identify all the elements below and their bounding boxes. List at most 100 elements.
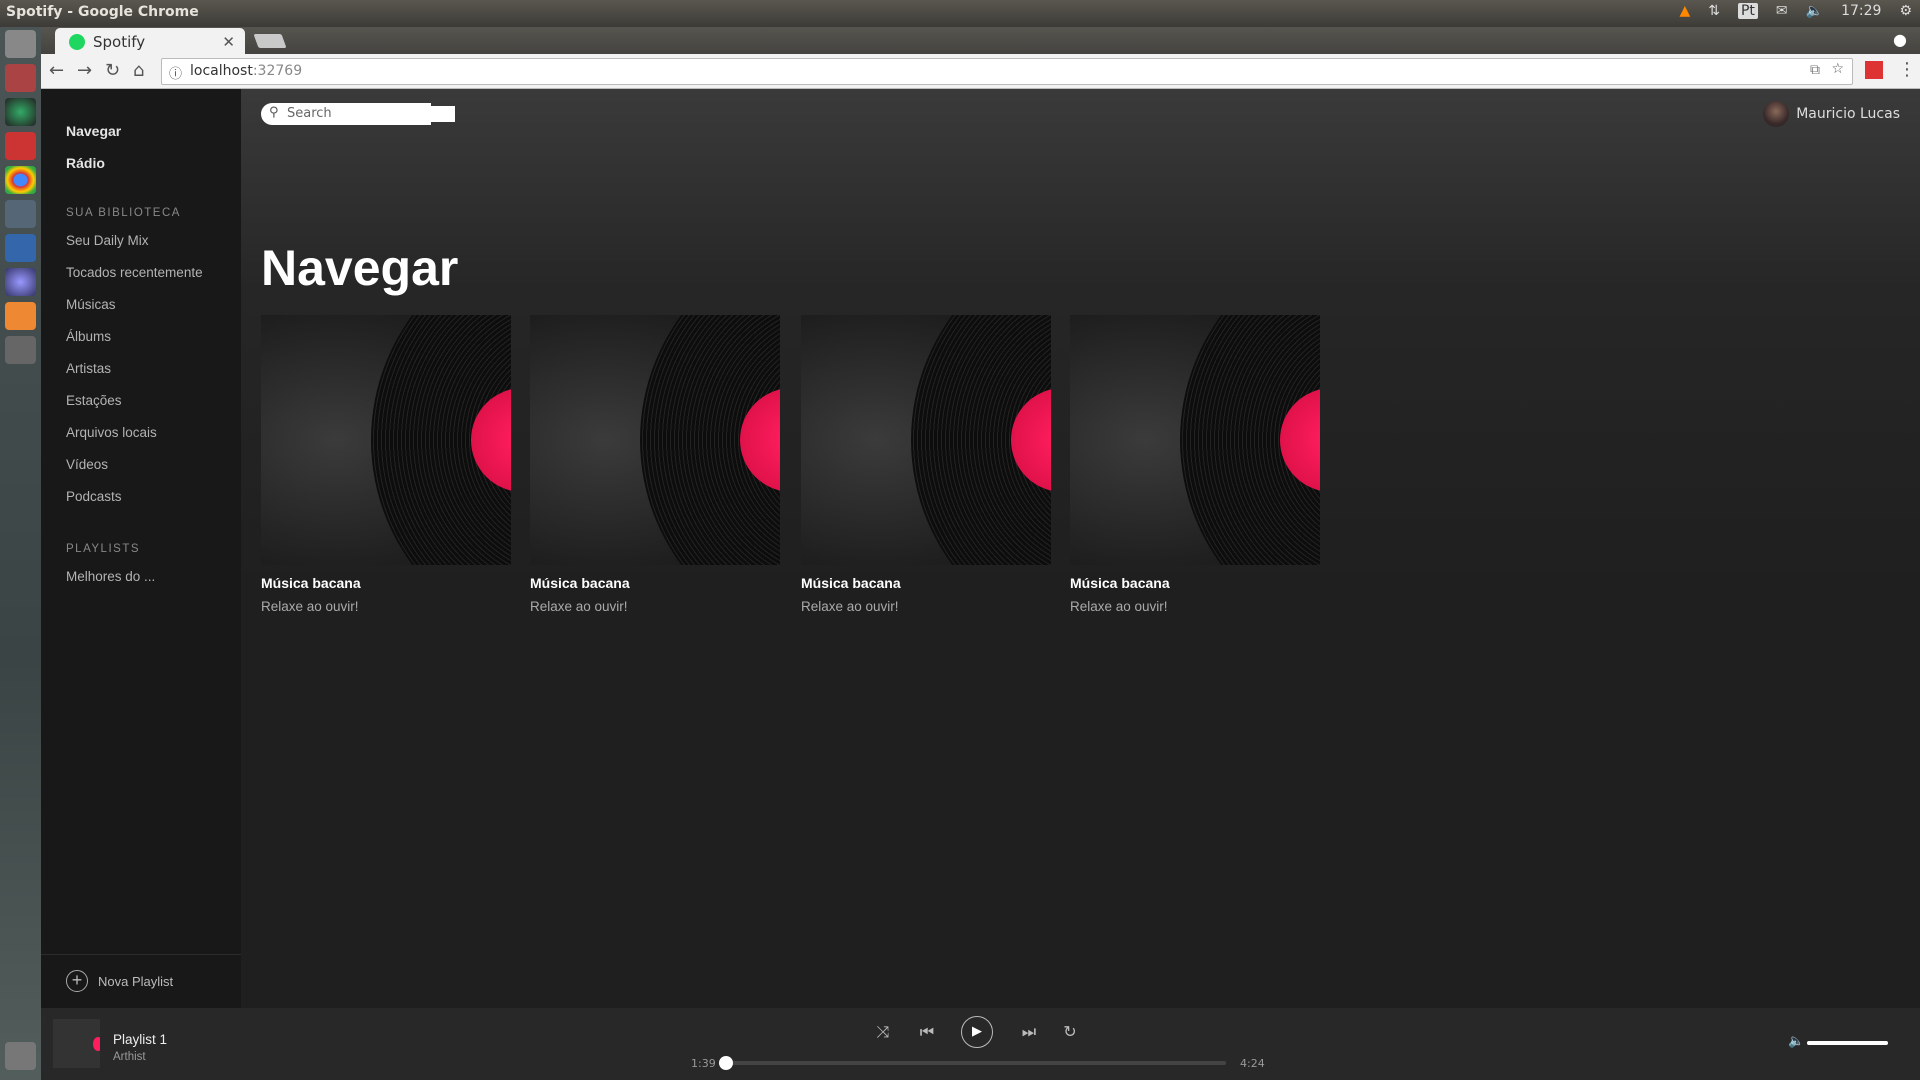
avatar: [1763, 101, 1790, 127]
spotify-favicon: [69, 33, 85, 50]
chrome-menu-icon[interactable]: ⋮: [1898, 59, 1916, 80]
card-title: Música bacana: [1070, 575, 1170, 591]
artist-name[interactable]: Arthist: [113, 1051, 146, 1063]
sidebar-item-daily-mix[interactable]: Seu Daily Mix: [66, 233, 149, 248]
user-name: Mauricio Lucas: [1796, 106, 1900, 122]
software-center-icon[interactable]: [5, 302, 36, 330]
sidebar-item-stations[interactable]: Estações: [66, 393, 122, 408]
chrome-icon[interactable]: [5, 166, 36, 194]
sidebar-item-radio[interactable]: Rádio: [66, 155, 105, 171]
virtualbox-icon[interactable]: [5, 200, 36, 228]
new-playlist-button[interactable]: + Nova Playlist: [66, 970, 173, 992]
card-title: Música bacana: [530, 575, 630, 591]
browser-toolbar: ← → ↻ ⌂ ⓘ localhost:32769 ⧉ ☆ ⋮ ●: [41, 30, 1920, 89]
sidebar-item-recent[interactable]: Tocados recentemente: [66, 265, 203, 280]
info-icon[interactable]: ⓘ: [169, 63, 182, 82]
shuffle-icon[interactable]: ⤨: [871, 1022, 895, 1042]
card-subtitle: Relaxe ao ouvir!: [261, 599, 359, 614]
network-icon[interactable]: ⇅: [1708, 3, 1720, 19]
sidebar-playlist-item[interactable]: Melhores do ...: [66, 569, 155, 584]
repeat-icon[interactable]: ↻: [1058, 1022, 1082, 1041]
playlists-heading: PLAYLISTS: [66, 543, 141, 555]
volume-slider[interactable]: [1807, 1041, 1888, 1045]
vinyl-cover-image: [530, 315, 780, 565]
keyboard-language[interactable]: Pt: [1737, 3, 1758, 19]
previous-icon[interactable]: ⏮: [915, 1022, 939, 1042]
vinyl-cover-image: [1070, 315, 1320, 565]
translate-icon[interactable]: ⧉: [1810, 62, 1820, 78]
card-subtitle: Relaxe ao ouvir!: [1070, 599, 1168, 614]
search-input[interactable]: ⚲ Search: [261, 103, 455, 125]
duration: 4:24: [1240, 1057, 1265, 1070]
volume-tray-icon[interactable]: 🔈: [1806, 3, 1823, 19]
sidebar-item-navegar[interactable]: Navegar: [66, 123, 121, 139]
url-host: localhost: [190, 63, 253, 79]
sidebar-item-podcasts[interactable]: Podcasts: [66, 489, 122, 504]
browser-tab-strip: Spotify ✕: [41, 27, 1920, 55]
extension-icon[interactable]: [1865, 61, 1883, 79]
vinyl-cover-image: [261, 315, 511, 565]
card-subtitle: Relaxe ao ouvir!: [801, 599, 899, 614]
album-card[interactable]: Música bacana Relaxe ao ouvir!: [801, 315, 1051, 614]
main-content: ⚲ Search Mauricio Lucas Navegar Música b…: [241, 89, 1920, 1008]
card-title: Música bacana: [801, 575, 901, 591]
card-subtitle: Relaxe ao ouvir!: [530, 599, 628, 614]
reload-icon[interactable]: ↻: [105, 60, 120, 81]
vlc-icon[interactable]: ▲: [1679, 3, 1690, 19]
trash-icon[interactable]: [5, 1042, 36, 1070]
camera-app-icon[interactable]: [5, 98, 36, 126]
album-card[interactable]: Música bacana Relaxe ao ouvir!: [530, 315, 780, 614]
plus-icon: +: [66, 970, 88, 992]
player-bar: Playlist 1 Arthist ⤨ ⏮ ▶ ⏭ ↻ 1:39 4:24 🔈: [41, 1008, 1920, 1080]
close-tab-icon[interactable]: ✕: [222, 33, 235, 51]
sidebar-item-local-files[interactable]: Arquivos locais: [66, 425, 157, 440]
sidebar-item-artists[interactable]: Artistas: [66, 361, 111, 376]
album-card[interactable]: Música bacana Relaxe ao ouvir!: [261, 315, 511, 614]
sidebar-item-albums[interactable]: Álbums: [66, 329, 111, 344]
profile-icon[interactable]: ●: [1893, 30, 1907, 49]
card-title: Música bacana: [261, 575, 361, 591]
divider: [41, 954, 241, 955]
library-heading: SUA BIBLIOTECA: [66, 207, 181, 219]
new-playlist-label: Nova Playlist: [98, 973, 174, 989]
progress-bar[interactable]: [719, 1056, 1226, 1070]
forward-icon[interactable]: →: [77, 60, 92, 81]
album-card[interactable]: Música bacana Relaxe ao ouvir!: [1070, 315, 1320, 614]
sidebar-item-videos[interactable]: Vídeos: [66, 457, 108, 472]
eclipse-icon[interactable]: [5, 268, 36, 296]
address-bar[interactable]: ⓘ localhost:32769 ⧉ ☆: [161, 58, 1853, 85]
search-placeholder: Search: [287, 106, 332, 121]
drive-icon[interactable]: [5, 336, 36, 364]
sidebar: Navegar Rádio SUA BIBLIOTECA Seu Daily M…: [41, 89, 241, 1008]
volume-level: [1807, 1041, 1888, 1045]
os-top-bar: Spotify - Google Chrome ▲ ⇅ Pt ✉ 🔈 17:29…: [0, 0, 1920, 27]
home-icon[interactable]: ⌂: [133, 60, 144, 81]
url-port: :32769: [252, 63, 303, 79]
new-tab-button[interactable]: [253, 34, 287, 48]
window-title: Spotify - Google Chrome: [6, 4, 199, 20]
page-title: Navegar: [261, 240, 459, 296]
clock[interactable]: 17:29: [1841, 3, 1881, 19]
power-gear-icon[interactable]: ⚙: [1899, 3, 1912, 19]
search-icon: ⚲: [269, 105, 279, 120]
tab-spotify[interactable]: Spotify ✕: [55, 28, 245, 55]
files-icon[interactable]: [5, 64, 36, 92]
play-button[interactable]: ▶: [961, 1016, 993, 1048]
sidebar-item-songs[interactable]: Músicas: [66, 297, 116, 312]
elapsed-time: 1:39: [691, 1057, 716, 1070]
now-playing-thumbnail[interactable]: [53, 1019, 100, 1068]
ubuntu-dash-icon[interactable]: [5, 30, 36, 58]
back-icon[interactable]: ←: [49, 60, 64, 81]
user-menu[interactable]: Mauricio Lucas: [1763, 101, 1900, 127]
editor-icon[interactable]: [5, 234, 36, 262]
bookmark-star-icon[interactable]: ☆: [1831, 61, 1844, 77]
app-icon[interactable]: [5, 132, 36, 160]
track-title[interactable]: Playlist 1: [113, 1032, 167, 1047]
tab-title: Spotify: [93, 32, 146, 51]
next-icon[interactable]: ⏭: [1017, 1022, 1041, 1042]
mail-icon[interactable]: ✉: [1776, 3, 1788, 19]
volume-icon[interactable]: 🔈: [1788, 1034, 1804, 1049]
vinyl-cover-image: [801, 315, 1051, 565]
progress-handle[interactable]: [719, 1056, 733, 1070]
system-tray: ▲ ⇅ Pt ✉ 🔈 17:29 ⚙: [1679, 3, 1912, 19]
